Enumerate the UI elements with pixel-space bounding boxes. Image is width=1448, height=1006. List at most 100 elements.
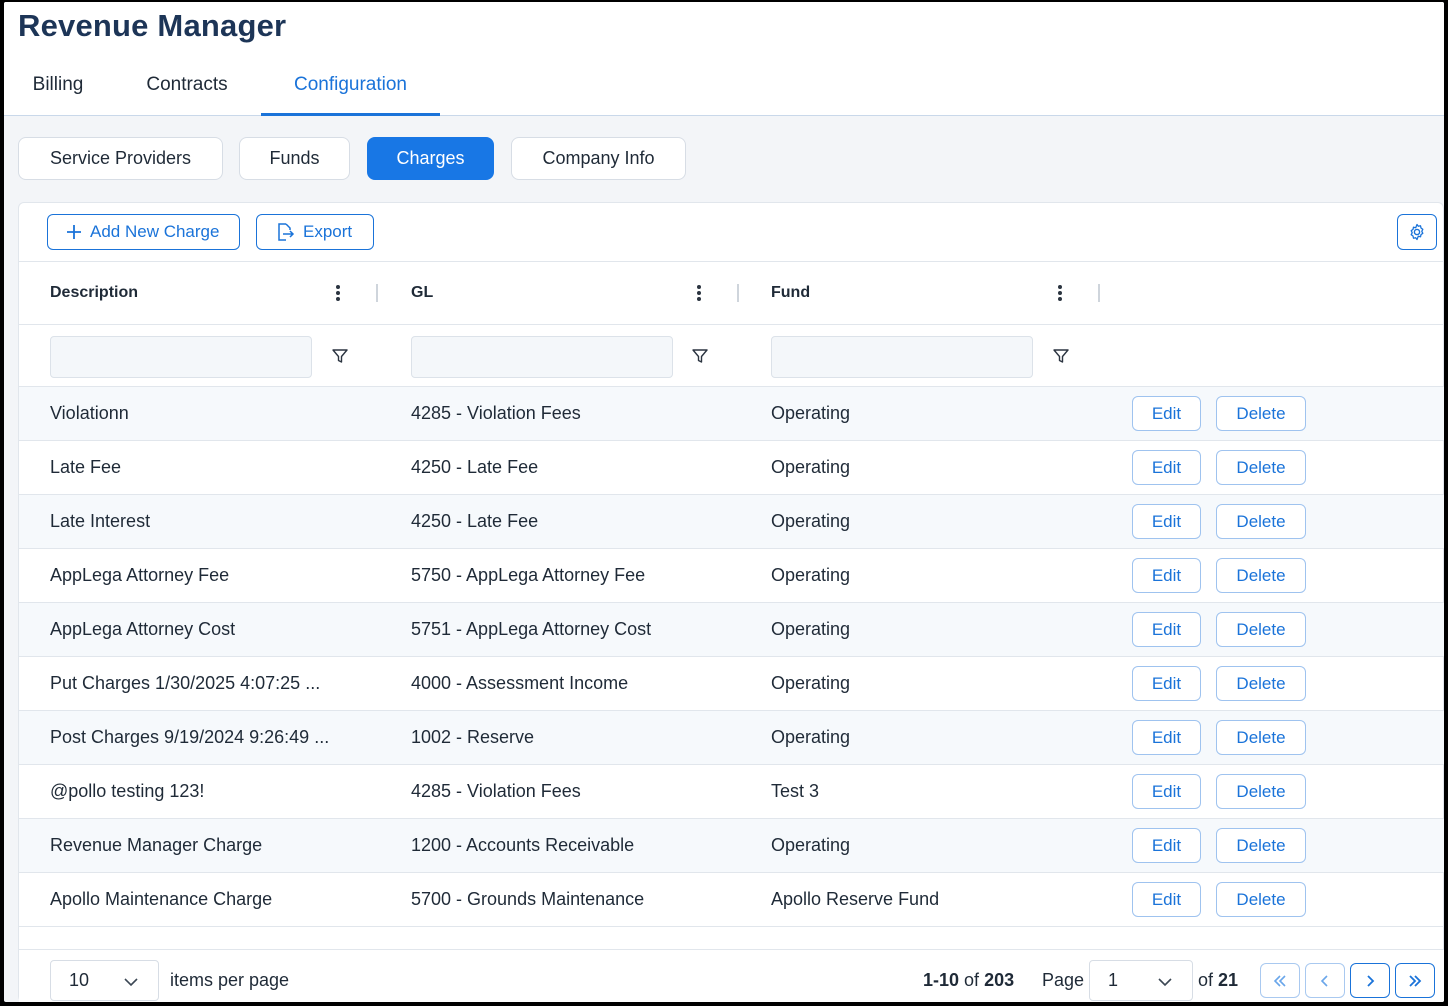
column-menu-icon[interactable] bbox=[1055, 282, 1065, 304]
page-label: Page bbox=[1042, 970, 1085, 990]
column-header-description[interactable]: Description bbox=[50, 284, 138, 302]
cell-fund: Operating bbox=[771, 565, 851, 585]
table-row: Late Fee 4250 - Late Fee Operating Edit … bbox=[19, 441, 1444, 495]
delete-button[interactable]: Delete bbox=[1216, 828, 1306, 863]
page-size-select[interactable]: 10 bbox=[50, 960, 159, 1001]
page-select-value: 1 bbox=[1108, 970, 1119, 990]
cell-description: Post Charges 9/19/2024 9:26:49 ... bbox=[50, 727, 330, 747]
subtab-company-info[interactable]: Company Info bbox=[511, 137, 686, 180]
table-row: Late Interest 4250 - Late Fee Operating … bbox=[19, 495, 1444, 549]
column-resize-handle[interactable] bbox=[737, 284, 739, 302]
app-window: Revenue Manager Billing Contracts Config… bbox=[4, 2, 1444, 1002]
delete-button[interactable]: Delete bbox=[1216, 504, 1306, 539]
delete-button[interactable]: Delete bbox=[1216, 774, 1306, 809]
gear-icon bbox=[1410, 223, 1424, 241]
cell-description: Late Fee bbox=[50, 457, 122, 477]
first-page-button[interactable] bbox=[1260, 963, 1300, 998]
next-page-button[interactable] bbox=[1350, 963, 1390, 998]
cell-description: @pollo testing 123! bbox=[50, 781, 205, 801]
cell-gl: 1200 - Accounts Receivable bbox=[411, 835, 635, 855]
subtab-service-providers[interactable]: Service Providers bbox=[18, 137, 223, 180]
filter-icon[interactable] bbox=[331, 347, 349, 365]
delete-button[interactable]: Delete bbox=[1216, 882, 1306, 917]
edit-button[interactable]: Edit bbox=[1132, 774, 1201, 809]
edit-button[interactable]: Edit bbox=[1132, 450, 1201, 485]
cell-fund: Operating bbox=[771, 457, 851, 477]
grid-settings-button[interactable] bbox=[1397, 214, 1437, 250]
last-page-button[interactable] bbox=[1395, 963, 1435, 998]
chevron-down-icon bbox=[124, 978, 138, 987]
export-icon bbox=[278, 223, 295, 241]
charges-grid: Add New Charge Export Description GL Fun… bbox=[18, 202, 1444, 1002]
cell-description: Put Charges 1/30/2025 4:07:25 ... bbox=[50, 673, 321, 693]
chevrons-right-icon bbox=[1409, 974, 1422, 987]
cell-fund: Operating bbox=[771, 403, 851, 423]
delete-button[interactable]: Delete bbox=[1216, 612, 1306, 647]
export-button[interactable]: Export bbox=[256, 214, 374, 250]
column-resize-handle[interactable] bbox=[376, 284, 378, 302]
page-select[interactable]: 1 bbox=[1089, 960, 1193, 1001]
cell-gl: 5750 - AppLega Attorney Fee bbox=[411, 565, 646, 585]
column-header-fund[interactable]: Fund bbox=[771, 284, 810, 302]
edit-button[interactable]: Edit bbox=[1132, 882, 1201, 917]
cell-gl: 4250 - Late Fee bbox=[411, 457, 539, 477]
cell-description: Apollo Maintenance Charge bbox=[50, 889, 273, 909]
column-header-gl[interactable]: GL bbox=[411, 284, 433, 302]
tab-billing[interactable]: Billing bbox=[18, 74, 98, 116]
subtab-funds[interactable]: Funds bbox=[239, 137, 350, 180]
delete-button[interactable]: Delete bbox=[1216, 396, 1306, 431]
pager-total: 203 bbox=[984, 970, 1015, 990]
delete-button[interactable]: Delete bbox=[1216, 666, 1306, 701]
page-size-value: 10 bbox=[69, 970, 90, 990]
filter-icon[interactable] bbox=[1052, 347, 1070, 365]
table-row: @pollo testing 123! 4285 - Violation Fee… bbox=[19, 765, 1444, 819]
filter-icon[interactable] bbox=[691, 347, 709, 365]
edit-button[interactable]: Edit bbox=[1132, 396, 1201, 431]
cell-description: Violationn bbox=[50, 403, 129, 423]
delete-button[interactable]: Delete bbox=[1216, 558, 1306, 593]
edit-button[interactable]: Edit bbox=[1132, 504, 1201, 539]
total-pages: of 21 bbox=[1198, 970, 1238, 991]
chevron-down-icon bbox=[1158, 978, 1172, 987]
table-row: Violationn 4285 - Violation Fees Operati… bbox=[19, 387, 1444, 441]
cell-fund: Operating bbox=[771, 727, 851, 747]
column-menu-icon[interactable] bbox=[694, 282, 704, 304]
edit-button[interactable]: Edit bbox=[1132, 666, 1201, 701]
description-filter-input[interactable] bbox=[50, 336, 312, 378]
cell-fund: Operating bbox=[771, 511, 851, 531]
edit-button[interactable]: Edit bbox=[1132, 828, 1201, 863]
header: Revenue Manager Billing Contracts Config… bbox=[4, 2, 1444, 116]
cell-fund: Operating bbox=[771, 619, 851, 639]
table-row: Post Charges 9/19/2024 9:26:49 ... 1002 … bbox=[19, 711, 1444, 765]
table-row: Put Charges 1/30/2025 4:07:25 ... 4000 -… bbox=[19, 657, 1444, 711]
table-row: Revenue Manager Charge 1200 - Accounts R… bbox=[19, 819, 1444, 873]
column-menu-icon[interactable] bbox=[333, 282, 343, 304]
gl-filter-input[interactable] bbox=[411, 336, 673, 378]
cell-gl: 5700 - Grounds Maintenance bbox=[411, 889, 645, 909]
chevron-left-icon bbox=[1320, 974, 1328, 987]
cell-fund: Test 3 bbox=[771, 781, 820, 801]
column-resize-handle[interactable] bbox=[1098, 284, 1100, 302]
cell-description: Revenue Manager Charge bbox=[50, 835, 263, 855]
subtab-charges[interactable]: Charges bbox=[367, 137, 494, 180]
table-row: AppLega Attorney Cost 5751 - AppLega Att… bbox=[19, 603, 1444, 657]
items-per-page-label: items per page bbox=[170, 970, 290, 990]
tab-configuration[interactable]: Configuration bbox=[261, 74, 440, 116]
filter-row bbox=[19, 325, 1444, 387]
pager: 10 items per page 1-10 of 203 Page 1 of … bbox=[19, 949, 1444, 1002]
edit-button[interactable]: Edit bbox=[1132, 612, 1201, 647]
pager-of-word: of bbox=[964, 970, 980, 990]
delete-button[interactable]: Delete bbox=[1216, 720, 1306, 755]
fund-filter-input[interactable] bbox=[771, 336, 1033, 378]
edit-button[interactable]: Edit bbox=[1132, 720, 1201, 755]
cell-gl: 4285 - Violation Fees bbox=[411, 403, 581, 423]
total-pages-of-word: of bbox=[1198, 970, 1214, 990]
add-new-charge-button[interactable]: Add New Charge bbox=[47, 214, 240, 250]
previous-page-button[interactable] bbox=[1305, 963, 1345, 998]
cell-fund: Apollo Reserve Fund bbox=[771, 889, 940, 909]
chevrons-left-icon bbox=[1273, 974, 1286, 987]
tab-contracts[interactable]: Contracts bbox=[124, 74, 250, 116]
delete-button[interactable]: Delete bbox=[1216, 450, 1306, 485]
chevron-right-icon bbox=[1367, 974, 1375, 987]
edit-button[interactable]: Edit bbox=[1132, 558, 1201, 593]
